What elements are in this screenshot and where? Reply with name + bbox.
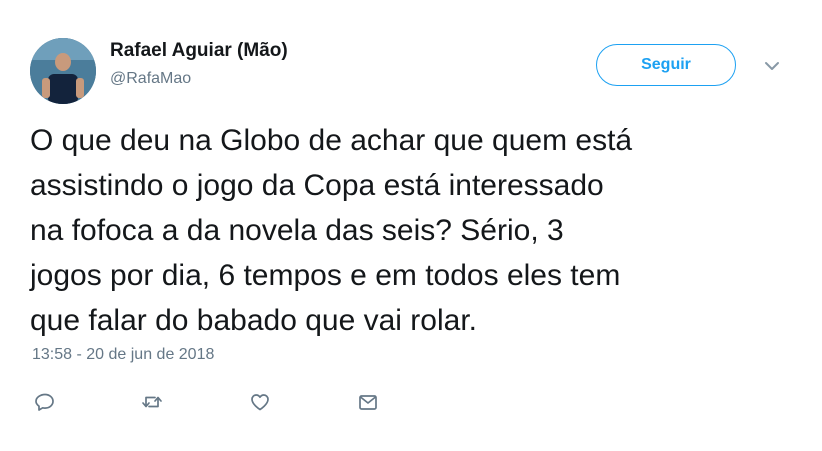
author-handle[interactable]: @RafaMao [110,70,191,88]
follow-button[interactable]: Seguir [596,44,736,86]
avatar[interactable] [30,38,96,104]
tweet-text-line: na fofoca a da novela das seis? Sério, 3 [30,214,564,247]
retweet-icon[interactable] [141,391,163,413]
chevron-down-icon[interactable] [762,58,782,74]
timestamp[interactable]: 13:58 - 20 de jun de 2018 [32,346,214,364]
tweet-text-line: jogos por dia, 6 tempos e em todos eles … [30,259,621,292]
heart-icon[interactable] [249,391,271,413]
tweet-text-line: assistindo o jogo da Copa está interessa… [30,169,604,202]
tweet-text: O que deu na Globo de achar que quem est… [30,118,800,343]
tweet-text-line: que falar do babado que vai rolar. [30,304,477,337]
tweet-card: Rafael Aguiar (Mão) @RafaMao Seguir O qu… [0,0,822,451]
reply-icon[interactable] [34,391,56,413]
author-name[interactable]: Rafael Aguiar (Mão) [110,40,288,62]
tweet-text-line: O que deu na Globo de achar que quem est… [30,124,633,157]
envelope-icon[interactable] [357,391,379,413]
